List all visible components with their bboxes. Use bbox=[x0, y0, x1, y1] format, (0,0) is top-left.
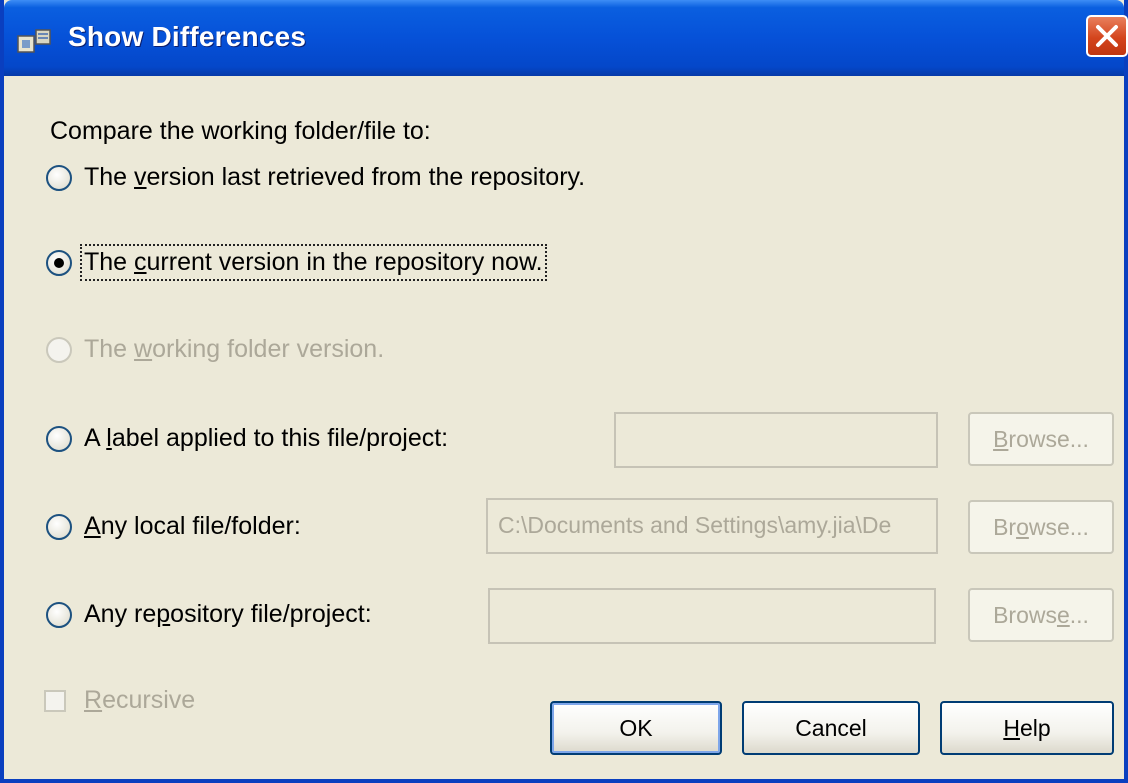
compare-prompt: Compare the working folder/file to: bbox=[50, 117, 431, 145]
label-part: orking folder version. bbox=[152, 335, 385, 363]
mnemonic: B bbox=[993, 426, 1009, 452]
app-icon bbox=[17, 29, 51, 53]
mnemonic: A bbox=[84, 512, 101, 540]
mnemonic: p bbox=[156, 600, 171, 628]
label-input[interactable] bbox=[614, 412, 938, 468]
radio-local-file[interactable] bbox=[46, 514, 72, 540]
label-part: Brows bbox=[993, 602, 1057, 628]
option-working-folder-label: The working folder version. bbox=[84, 335, 384, 364]
option-local-file-label[interactable]: Any local file/folder: bbox=[84, 512, 301, 541]
label-part: The bbox=[84, 248, 135, 276]
mnemonic: o bbox=[1016, 514, 1029, 540]
radio-current-version[interactable] bbox=[46, 250, 72, 276]
cancel-button[interactable]: Cancel bbox=[742, 701, 920, 755]
label-part: ny local file/folder: bbox=[100, 512, 301, 540]
title-bar[interactable]: Show Differences bbox=[4, 0, 1128, 76]
radio-label[interactable] bbox=[46, 426, 72, 452]
radio-repository-file[interactable] bbox=[46, 602, 72, 628]
option-repository-file-label[interactable]: Any repository file/project: bbox=[84, 600, 372, 629]
radio-working-folder bbox=[46, 337, 72, 363]
label-part: A bbox=[84, 424, 107, 452]
recursive-checkbox bbox=[44, 690, 66, 712]
recursive-label: Recursive bbox=[84, 686, 195, 715]
close-button[interactable] bbox=[1086, 15, 1128, 57]
browse-local-button[interactable]: Browse... bbox=[968, 500, 1114, 554]
label-part: rowse... bbox=[1008, 426, 1089, 452]
label-part: urrent version in the repository now. bbox=[146, 248, 543, 276]
browse-repository-button[interactable]: Browse... bbox=[968, 588, 1114, 642]
radio-last-retrieved[interactable] bbox=[46, 165, 72, 191]
label-part: elp bbox=[1019, 715, 1051, 741]
repository-file-input[interactable] bbox=[488, 588, 936, 644]
option-label-label[interactable]: A label applied to this file/project: bbox=[84, 424, 448, 453]
option-current-version-label[interactable]: The current version in the repository no… bbox=[80, 244, 547, 281]
option-last-retrieved-label[interactable]: The version last retrieved from the repo… bbox=[84, 163, 585, 192]
label-part: ersion last retrieved from the repositor… bbox=[146, 163, 586, 191]
browse-label-button[interactable]: Browse... bbox=[968, 412, 1114, 466]
dialog-title: Show Differences bbox=[68, 21, 307, 52]
label-part: ository file/project: bbox=[170, 600, 372, 628]
show-differences-dialog: Show Differences Compare the working fol… bbox=[0, 0, 1128, 783]
mnemonic: v bbox=[134, 163, 147, 191]
ok-button[interactable]: OK bbox=[550, 701, 722, 755]
mnemonic: R bbox=[84, 686, 103, 714]
label-part: abel applied to this file/project: bbox=[111, 424, 449, 452]
label-part: wse... bbox=[1028, 514, 1089, 540]
mnemonic: e bbox=[1056, 602, 1070, 628]
label-part: ecursive bbox=[102, 686, 196, 714]
label-part: Br bbox=[993, 514, 1017, 540]
mnemonic: c bbox=[134, 248, 147, 276]
label-part: The bbox=[84, 163, 135, 191]
close-icon bbox=[1096, 25, 1118, 47]
mnemonic: H bbox=[1003, 715, 1020, 741]
label-part: The bbox=[84, 335, 135, 363]
label-part: Any re bbox=[84, 600, 157, 628]
help-button[interactable]: Help bbox=[940, 701, 1114, 755]
local-file-input[interactable]: C:\Documents and Settings\amy.jia\De bbox=[486, 498, 938, 554]
mnemonic: w bbox=[134, 335, 153, 363]
label-part: ... bbox=[1069, 602, 1089, 628]
